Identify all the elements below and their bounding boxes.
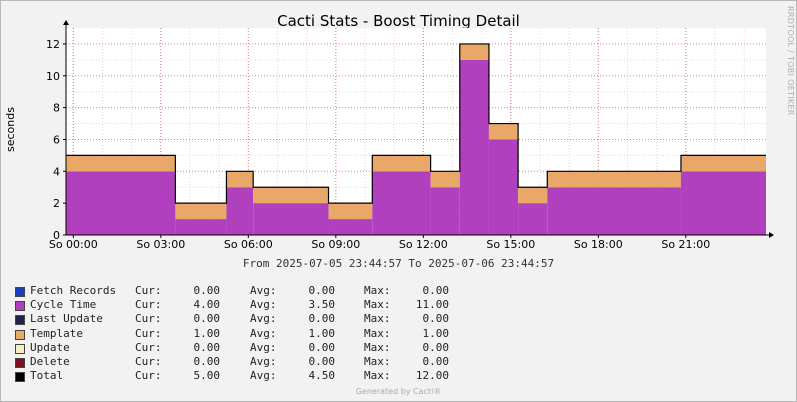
cycle-time-area	[253, 203, 329, 235]
cycle-time-area	[459, 59, 489, 235]
cycle-time-area	[226, 187, 254, 235]
legend-cur-label: Cur:	[135, 298, 162, 312]
legend-max-label: Max:	[364, 284, 391, 297]
y-tick-label: 12	[46, 38, 60, 51]
legend-cur-label: Cur:	[135, 284, 162, 297]
legend-swatch	[15, 343, 25, 354]
legend-cur-label: Cur:	[135, 354, 162, 368]
legend-name: Cycle Time	[30, 298, 97, 312]
y-axis-arrow	[63, 20, 69, 25]
legend-max-value: 1.00	[422, 326, 450, 340]
legend-avg-label: Avg:	[250, 312, 277, 326]
legend-max-label: Max:	[364, 312, 391, 326]
template-area	[430, 171, 460, 188]
x-tick-label: So 09:00	[311, 238, 360, 251]
legend-cur-value: 1.00	[193, 326, 221, 340]
template-area	[372, 155, 431, 172]
x-tick-label: So 00:00	[49, 238, 98, 251]
y-tick-label: 2	[53, 197, 60, 210]
legend-max-value: 11.00	[415, 298, 449, 312]
legend-avg-label: Avg:	[250, 326, 277, 340]
legend-cur-value: 4.00	[193, 298, 221, 312]
x-tick-label: So 12:00	[399, 238, 448, 251]
legend-max-label: Max:	[364, 369, 391, 383]
legend-cur-label: Cur:	[135, 340, 162, 354]
template-area	[253, 187, 329, 204]
legend-cur-value: 0.00	[193, 354, 221, 368]
legend-swatch	[15, 315, 25, 326]
legend-max-value: 0.00	[422, 284, 450, 297]
legend-cur-value: 0.00	[193, 340, 221, 354]
legend-swatch	[15, 287, 25, 297]
legend-name: Fetch Records	[30, 284, 117, 297]
legend-name: Update	[30, 340, 70, 354]
legend-avg-value: 1.00	[308, 326, 336, 340]
legend-cur-label: Cur:	[135, 312, 162, 326]
legend-avg-label: Avg:	[250, 354, 277, 368]
legend-cur-label: Cur:	[135, 369, 162, 383]
template-area	[680, 155, 766, 172]
legend-avg-label: Avg:	[250, 284, 277, 297]
legend-swatch	[15, 301, 25, 312]
template-area	[518, 187, 548, 204]
legend-avg-value: 4.50	[308, 369, 336, 383]
template-area	[459, 43, 489, 60]
legend-avg-value: 0.00	[308, 312, 336, 326]
legend-name: Total	[30, 369, 64, 383]
template-area	[175, 203, 227, 220]
footer-credit: Generated by Cacti®	[355, 387, 442, 396]
legend-avg-label: Avg:	[250, 369, 277, 383]
legend-cur-value: 5.00	[193, 369, 221, 383]
legend-max-value: 0.00	[422, 354, 450, 368]
template-area	[226, 171, 254, 188]
legend-avg-label: Avg:	[250, 298, 277, 312]
y-tick-label: 8	[53, 102, 60, 115]
y-tick-label: 6	[53, 133, 60, 146]
legend-cur-label: Cur:	[135, 326, 162, 340]
legend-max-label: Max:	[364, 326, 391, 340]
template-area	[547, 171, 681, 188]
legend-cur-value: 0.00	[193, 284, 221, 297]
x-tick-label: So 03:00	[136, 238, 185, 251]
cycle-time-area	[518, 203, 548, 235]
y-tick-label: 4	[53, 165, 60, 178]
cycle-time-area	[547, 187, 681, 235]
cycle-time-area	[328, 219, 373, 235]
legend-avg-value: 3.50	[308, 298, 336, 312]
legend-swatch	[15, 329, 25, 340]
legend-name: Last Update	[30, 312, 103, 326]
legend-max-label: Max:	[364, 340, 391, 354]
x-tick-label: So 21:00	[661, 238, 710, 251]
legend-max-value: 12.00	[415, 369, 449, 383]
legend-max-value: 0.00	[422, 312, 450, 326]
legend-avg-label: Avg:	[250, 340, 277, 354]
legend-swatch	[15, 357, 25, 368]
legend-max-label: Max:	[364, 298, 391, 312]
chart-svg: 024681012So 00:00 So 03:00 So 06:00 So 09:0…	[46, 20, 774, 251]
date-range: From 2025-07-05 23:44:57 To 2025-07-06 2…	[242, 257, 555, 270]
x-axis-arrow	[769, 232, 774, 238]
legend-swatch	[15, 372, 25, 383]
cycle-time-area	[175, 219, 227, 235]
legend-avg-value: 0.00	[308, 340, 336, 354]
cycle-time-area	[430, 187, 460, 235]
template-area	[66, 155, 176, 172]
cycle-time-area	[680, 171, 766, 235]
legend-name: Template	[30, 326, 83, 340]
x-tick-label: So 06:00	[224, 238, 273, 251]
legend-max-label: Max:	[364, 354, 391, 368]
legend-avg-value: 0.00	[308, 284, 336, 297]
template-area	[488, 123, 519, 140]
cycle-time-area	[66, 171, 176, 235]
legend-cur-value: 0.00	[193, 312, 221, 326]
template-area	[328, 203, 373, 220]
legend-name: Delete	[30, 354, 70, 368]
x-tick-label: So 18:00	[574, 238, 623, 251]
cycle-time-area	[488, 139, 519, 235]
y-tick-label: 10	[46, 70, 60, 83]
x-tick-label: So 15:00	[486, 238, 535, 251]
cycle-time-area	[372, 171, 431, 235]
legend-max-value: 0.00	[422, 340, 450, 354]
legend-avg-value: 0.00	[308, 354, 336, 368]
